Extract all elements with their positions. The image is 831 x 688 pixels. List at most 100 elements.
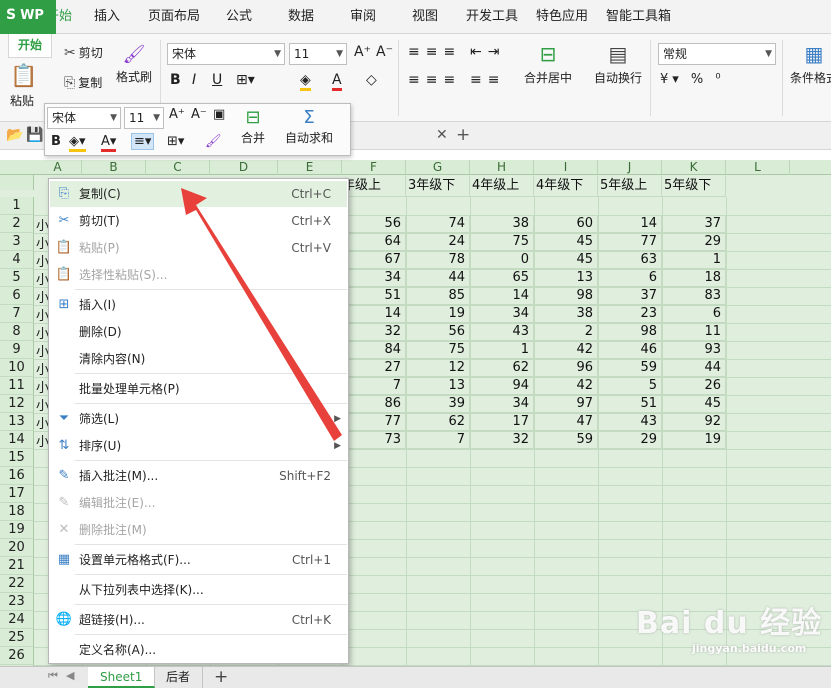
cell[interactable]: 64: [342, 233, 406, 251]
cell[interactable]: 14: [342, 305, 406, 323]
cell[interactable]: 45: [534, 251, 598, 269]
tab-formulas[interactable]: 公式: [222, 0, 256, 34]
tab-review[interactable]: 审阅: [346, 0, 380, 34]
context-menu-item[interactable]: 清除内容(N): [50, 346, 347, 372]
mini-bold-button[interactable]: B: [51, 134, 61, 149]
row-header-9[interactable]: 9: [0, 341, 34, 359]
cell[interactable]: 29: [662, 233, 726, 251]
cell[interactable]: 63: [598, 251, 662, 269]
cell[interactable]: 14: [598, 215, 662, 233]
header-cell-f[interactable]: 年级上: [342, 175, 406, 197]
column-header-g[interactable]: G: [406, 160, 470, 175]
cell[interactable]: 37: [662, 215, 726, 233]
cell[interactable]: 14: [470, 287, 534, 305]
mini-merge-button[interactable]: ⊟ 合并: [241, 107, 265, 146]
context-menu-item[interactable]: ✂ 剪切(T) Ctrl+X: [50, 208, 347, 234]
cell[interactable]: 65: [470, 269, 534, 287]
cell[interactable]: 62: [470, 359, 534, 377]
row-header-3[interactable]: 3: [0, 233, 34, 251]
cell[interactable]: 73: [342, 431, 406, 449]
mini-font-color-button[interactable]: A▾: [101, 134, 117, 152]
tab-smart-toolbox[interactable]: 智能工具箱: [602, 0, 675, 34]
cell[interactable]: 77: [342, 413, 406, 431]
row-header-25[interactable]: 25: [0, 629, 34, 647]
cell[interactable]: 83: [662, 287, 726, 305]
cell[interactable]: 44: [406, 269, 470, 287]
row-header-21[interactable]: 21: [0, 557, 34, 575]
vertical-align-group[interactable]: ≡≡≡: [408, 44, 461, 60]
mini-font-name-select[interactable]: 宋体 ▼: [47, 107, 121, 129]
row-header-2[interactable]: 2: [0, 215, 34, 233]
context-menu-item[interactable]: ▦ 设置单元格格式(F)... Ctrl+1: [50, 547, 347, 573]
tab-data[interactable]: 数据: [284, 0, 318, 34]
folder-icon[interactable]: 📂: [6, 127, 23, 143]
format-painter-button[interactable]: 🖌 格式刷: [116, 44, 152, 85]
row-header-16[interactable]: 16: [0, 467, 34, 485]
italic-button[interactable]: I: [192, 72, 196, 88]
cell[interactable]: 74: [406, 215, 470, 233]
cell[interactable]: 7: [406, 431, 470, 449]
row-header-20[interactable]: 20: [0, 539, 34, 557]
context-menu-item[interactable]: ⇅ 排序(U) ▶: [50, 433, 347, 459]
cell[interactable]: 51: [598, 395, 662, 413]
header-cell-j[interactable]: 5年级上: [598, 175, 662, 197]
sheet-tab-2[interactable]: 后者: [154, 667, 204, 688]
row-header-7[interactable]: 7: [0, 305, 34, 323]
distribute-group[interactable]: ≡≡: [470, 72, 505, 88]
clear-format-button[interactable]: ◇: [366, 72, 377, 88]
conditional-format-button[interactable]: ▦ 条件格式: [790, 42, 831, 86]
cell[interactable]: 45: [662, 395, 726, 413]
cell[interactable]: 18: [662, 269, 726, 287]
row-header-24[interactable]: 24: [0, 611, 34, 629]
row-header-14[interactable]: 14: [0, 431, 34, 449]
column-header-k[interactable]: K: [662, 160, 726, 175]
row-header-18[interactable]: 18: [0, 503, 34, 521]
cell[interactable]: 11: [662, 323, 726, 341]
row-header-10[interactable]: 10: [0, 359, 34, 377]
header-cell-g[interactable]: 3年级下: [406, 175, 470, 197]
font-name-select[interactable]: 宋体 ▼: [167, 43, 285, 65]
column-header-h[interactable]: H: [470, 160, 534, 175]
mini-font-size-select[interactable]: 11 ▼: [124, 107, 164, 129]
cell[interactable]: 84: [342, 341, 406, 359]
prev-sheet-icon[interactable]: ◀: [66, 669, 74, 682]
context-menu-item[interactable]: ⎘ 复制(C) Ctrl+C: [50, 181, 347, 207]
cell[interactable]: 98: [534, 287, 598, 305]
row-header-1[interactable]: 1: [0, 197, 34, 215]
cell[interactable]: 43: [470, 323, 534, 341]
cell[interactable]: 5: [598, 377, 662, 395]
cell[interactable]: 67: [342, 251, 406, 269]
cell[interactable]: 44: [662, 359, 726, 377]
cell[interactable]: 37: [598, 287, 662, 305]
number-format-buttons[interactable]: ¥▾ % ⁰: [660, 72, 725, 87]
border-button[interactable]: ⊞▾: [236, 72, 255, 88]
add-tab-icon[interactable]: +: [456, 125, 470, 145]
row-header-23[interactable]: 23: [0, 593, 34, 611]
tab-developer[interactable]: 开发工具: [462, 0, 522, 34]
cell[interactable]: 24: [406, 233, 470, 251]
column-header-b[interactable]: B: [82, 160, 146, 175]
bold-button[interactable]: B: [170, 72, 181, 88]
font-size-select[interactable]: 11 ▼: [289, 43, 347, 65]
context-menu-item[interactable]: 🌐 超链接(H)... Ctrl+K: [50, 607, 347, 633]
context-menu-item[interactable]: 定义名称(A)...: [50, 637, 347, 663]
tab-page-layout[interactable]: 页面布局: [144, 0, 204, 34]
cell[interactable]: 97: [534, 395, 598, 413]
cell[interactable]: 19: [662, 431, 726, 449]
cell[interactable]: 26: [662, 377, 726, 395]
row-header-11[interactable]: 11: [0, 377, 34, 395]
underline-button[interactable]: U: [212, 72, 222, 88]
mini-align-button[interactable]: ≡▾: [131, 133, 155, 150]
row-header-5[interactable]: 5: [0, 269, 34, 287]
cell[interactable]: 75: [470, 233, 534, 251]
row-header-8[interactable]: 8: [0, 323, 34, 341]
cell[interactable]: 78: [406, 251, 470, 269]
cell[interactable]: 56: [342, 215, 406, 233]
row-header-6[interactable]: 6: [0, 287, 34, 305]
context-menu-item[interactable]: 批量处理单元格(P): [50, 376, 347, 402]
add-sheet-icon[interactable]: +: [214, 667, 228, 687]
row-header-19[interactable]: 19: [0, 521, 34, 539]
mini-grow-font-button[interactable]: A⁺: [169, 107, 185, 122]
column-header-f[interactable]: F: [342, 160, 406, 175]
cell[interactable]: 93: [662, 341, 726, 359]
